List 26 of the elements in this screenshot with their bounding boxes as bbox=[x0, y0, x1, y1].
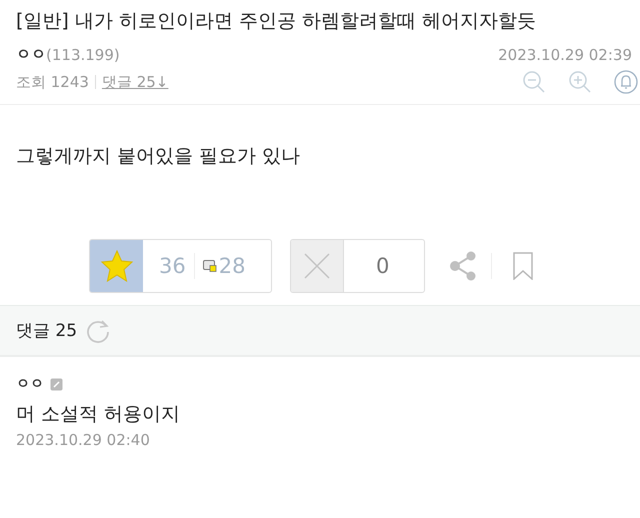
image-icon bbox=[202, 260, 217, 272]
comment-date: 2023.10.29 02:40 bbox=[16, 431, 151, 449]
fixed-recommend-count: 28 bbox=[218, 254, 246, 278]
comment-text: 머 소설적 허용이지 bbox=[16, 402, 182, 427]
bell-icon[interactable] bbox=[614, 70, 638, 94]
dislike-button[interactable] bbox=[291, 240, 344, 292]
share-icon[interactable] bbox=[449, 251, 477, 281]
recommend-count: 36 bbox=[159, 254, 186, 278]
post-title: [일반] 내가 히로인이라면 주인공 하렘할려할때 헤어지자할듯 bbox=[16, 9, 538, 34]
post-body: 그렇게까지 붙어있을 필요가 있나 bbox=[16, 144, 302, 169]
refresh-icon[interactable] bbox=[85, 318, 112, 344]
zoom-out-icon[interactable] bbox=[522, 70, 546, 94]
zoom-in-icon[interactable] bbox=[568, 70, 592, 94]
comments-link[interactable]: 댓글 25↓ bbox=[102, 72, 168, 92]
comment-author: ㅇㅇ bbox=[16, 375, 44, 393]
x-icon bbox=[303, 252, 331, 280]
author-ip: (113.199) bbox=[46, 46, 120, 64]
view-count: 조회 1243 bbox=[16, 72, 89, 92]
recommend-button[interactable] bbox=[90, 240, 143, 292]
dislike-count: 0 bbox=[376, 254, 390, 278]
author-name: ㅇㅇ bbox=[16, 45, 46, 64]
comments-header: 댓글 25 bbox=[16, 320, 78, 342]
bookmark-icon[interactable] bbox=[512, 252, 534, 280]
user-badge-icon bbox=[50, 378, 63, 390]
star-icon bbox=[100, 250, 134, 282]
post-date: 2023.10.29 02:39 bbox=[498, 46, 632, 64]
